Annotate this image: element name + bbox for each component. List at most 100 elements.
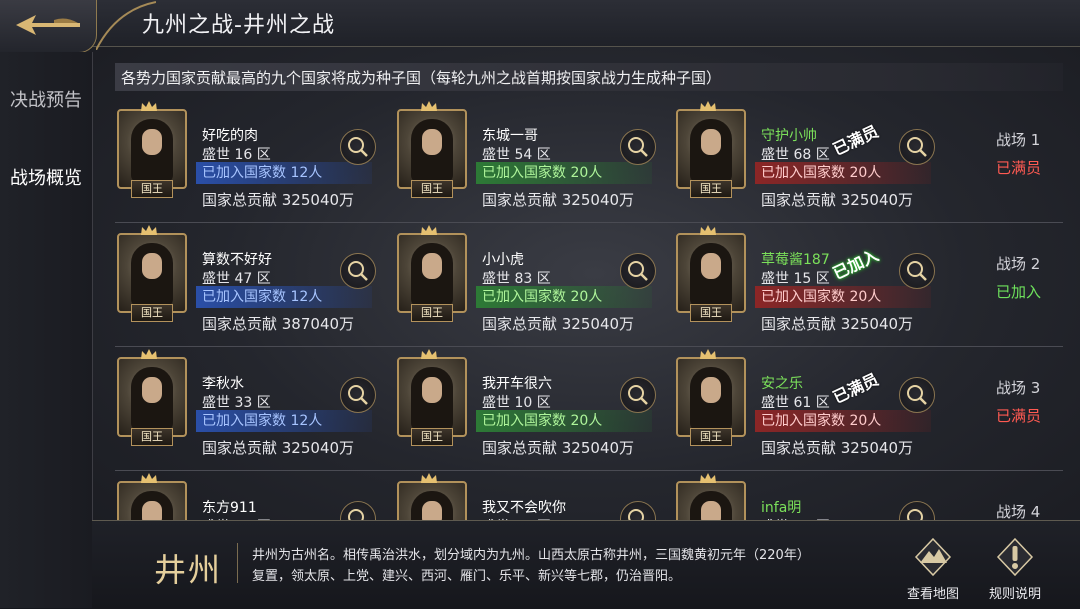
country-card[interactable]: 国王infa明盛世 57 区 — [671, 467, 941, 520]
total-contribution: 国家总贡献 325040万 — [761, 439, 914, 457]
king-portrait — [676, 233, 746, 313]
inspect-button[interactable] — [340, 501, 376, 520]
crown-icon — [700, 101, 716, 111]
server-label: 盛世 47 区 — [202, 271, 271, 287]
king-portrait — [397, 109, 467, 189]
status-stamp: 已加入 — [829, 245, 882, 284]
country-name: 安之乐 — [761, 376, 803, 392]
battlefield-row: 国王 好吃的肉 盛世 16 区已加入国家数 12人 国家总贡献 325040万 国王 东城… — [0, 95, 1080, 218]
crown-icon — [141, 225, 157, 235]
king-portrait — [117, 233, 187, 313]
magnifier-icon — [907, 509, 923, 520]
inspect-button[interactable] — [620, 501, 656, 520]
inspect-button[interactable] — [899, 501, 935, 520]
country-card[interactable]: 国王 好吃的肉 盛世 16 区已加入国家数 12人 国家总贡献 325040万 — [112, 95, 382, 218]
country-card[interactable]: 国王 算数不好好 盛世 47 区已加入国家数 12人 国家总贡献 387040万 — [112, 219, 382, 342]
king-portrait — [676, 109, 746, 189]
inspect-button[interactable] — [340, 253, 376, 289]
portrait-face — [422, 129, 442, 155]
portrait-face — [142, 253, 162, 279]
inspect-button[interactable] — [620, 253, 656, 289]
magnifier-icon — [907, 137, 927, 157]
portrait-face — [142, 501, 162, 520]
inspect-button[interactable] — [899, 253, 935, 289]
country-name: 小小虎 — [482, 252, 524, 268]
server-label: 盛世 68 区 — [761, 147, 830, 163]
notice-text: 各势力国家贡献最高的九个国家将成为种子国（每轮九州之战首期按国家战力生成种子国） — [121, 69, 722, 87]
country-card[interactable]: 国王 草莓酱187 盛世 15 区已加入国家数 20人 国家总贡献 325040万 已加… — [671, 219, 941, 342]
server-label: 盛世 16 区 — [202, 147, 271, 163]
magnifier-icon — [348, 385, 368, 405]
joined-count: 已加入国家数 12人 — [196, 286, 372, 308]
total-contribution: 国家总贡献 325040万 — [202, 191, 355, 209]
battlefield-status: 已加入 — [996, 283, 1042, 301]
battlefield-status: 已满员 — [996, 407, 1042, 425]
country-name: 草莓酱187 — [761, 252, 830, 268]
portrait-face — [142, 377, 162, 403]
king-label: 国王 — [411, 180, 453, 198]
server-label: 盛世 54 区 — [482, 147, 551, 163]
inspect-button[interactable] — [340, 129, 376, 165]
country-name: 我开车很六 — [482, 376, 552, 392]
country-card[interactable]: 国王 小小虎 盛世 83 区已加入国家数 20人 国家总贡献 325040万 — [392, 219, 662, 342]
inspect-button[interactable] — [620, 377, 656, 413]
crown-icon — [700, 225, 716, 235]
portrait-face — [142, 129, 162, 155]
country-name: 东方911 — [202, 500, 257, 516]
country-card[interactable]: 国王东方911盛世 46 区 — [112, 467, 382, 520]
magnifier-icon — [348, 509, 364, 520]
battlefield-list[interactable]: 国王 好吃的肉 盛世 16 区已加入国家数 12人 国家总贡献 325040万 国王 东城… — [0, 95, 1080, 520]
total-contribution: 国家总贡献 325040万 — [202, 439, 355, 457]
notice-bar: 各势力国家贡献最高的九个国家将成为种子国（每轮九州之战首期按国家战力生成种子国） — [115, 63, 1063, 91]
server-label: 盛世 10 区 — [482, 395, 551, 411]
joined-count: 已加入国家数 12人 — [196, 162, 372, 184]
king-portrait — [397, 233, 467, 313]
magnifier-icon — [628, 261, 648, 281]
battlefield-row: 国王 李秋水 盛世 33 区已加入国家数 12人 国家总贡献 325040万 国王 我开车… — [0, 343, 1080, 466]
battlefield-label: 战场 3 — [996, 379, 1041, 397]
country-card[interactable]: 国王 东城一哥 盛世 54 区已加入国家数 20人 国家总贡献 325040万 — [392, 95, 662, 218]
magnifier-icon — [628, 385, 648, 405]
magnifier-icon — [628, 137, 648, 157]
inspect-button[interactable] — [340, 377, 376, 413]
battlefield-row: 国王 算数不好好 盛世 47 区已加入国家数 12人 国家总贡献 387040万 国王 小… — [0, 219, 1080, 342]
joined-count: 已加入国家数 20人 — [755, 162, 931, 184]
inspect-button[interactable] — [899, 377, 935, 413]
joined-count: 已加入国家数 20人 — [476, 286, 652, 308]
server-label: 盛世 61 区 — [761, 395, 830, 411]
portrait-face — [701, 501, 721, 520]
rules-button[interactable]: 规则说明 — [980, 537, 1050, 603]
country-card[interactable]: 国王 守护小帅 盛世 68 区已加入国家数 20人 国家总贡献 325040万 已满员 — [671, 95, 941, 218]
country-name: 守护小帅 — [761, 128, 817, 144]
joined-count: 已加入国家数 20人 — [755, 410, 931, 432]
king-label: 国王 — [131, 180, 173, 198]
total-contribution: 国家总贡献 325040万 — [482, 439, 635, 457]
king-label: 国王 — [131, 428, 173, 446]
country-card[interactable]: 国王 李秋水 盛世 33 区已加入国家数 12人 国家总贡献 325040万 — [112, 343, 382, 466]
magnifier-icon — [348, 261, 368, 281]
crown-icon — [421, 225, 437, 235]
crown-icon — [141, 101, 157, 111]
rules-label: 规则说明 — [988, 587, 1041, 602]
battlefield-label: 战场 1 — [996, 131, 1041, 149]
country-card[interactable]: 国王我又不会吹你盛世 29 区 — [392, 467, 662, 520]
king-portrait — [117, 481, 187, 520]
magnifier-icon — [907, 261, 927, 281]
portrait-face — [422, 377, 442, 403]
magnifier-icon — [628, 509, 644, 520]
country-card[interactable]: 国王 安之乐 盛世 61 区已加入国家数 20人 国家总贡献 325040万 已满员 — [671, 343, 941, 466]
mountain-map-icon — [914, 537, 952, 577]
inspect-button[interactable] — [620, 129, 656, 165]
view-map-button[interactable]: 查看地图 — [898, 537, 968, 603]
total-contribution: 国家总贡献 325040万 — [482, 315, 635, 333]
country-card[interactable]: 国王 我开车很六 盛世 10 区已加入国家数 20人 国家总贡献 325040万 — [392, 343, 662, 466]
portrait-face — [701, 129, 721, 155]
back-arrow-icon — [16, 15, 80, 35]
inspect-button[interactable] — [899, 129, 935, 165]
crown-icon — [141, 473, 157, 483]
crown-icon — [421, 473, 437, 483]
region-description: 井州为古州名。相传禹治洪水，划分域内为九州。山西太原古称井州，三国魏黄初元年（2… — [252, 548, 810, 584]
back-button[interactable] — [0, 0, 97, 53]
king-label: 国王 — [411, 428, 453, 446]
region-name: 井州 — [154, 551, 223, 589]
